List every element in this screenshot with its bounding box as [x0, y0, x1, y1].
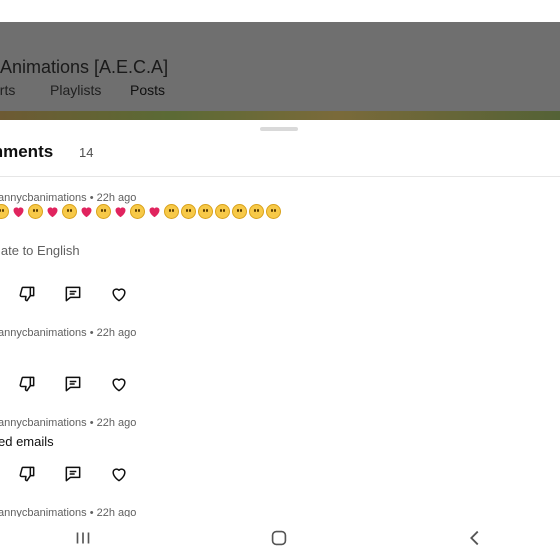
face-emoji: [181, 204, 196, 219]
translate-link[interactable]: late to English: [0, 243, 80, 258]
face-emoji: [266, 204, 281, 219]
channel-area: Animations [A.E.C.A] orts Playlists Post…: [0, 0, 560, 120]
system-navigation-bar: [0, 517, 560, 560]
face-emoji: [62, 204, 77, 219]
heart-emoji: [147, 204, 162, 219]
comment-emoji-text: [0, 204, 281, 219]
face-emoji: [28, 204, 43, 219]
dislike-icon[interactable]: [17, 284, 37, 304]
comment-meta[interactable]: annycbanimations • 22h ago: [0, 417, 136, 429]
face-emoji: [130, 204, 145, 219]
heart-emoji: [79, 204, 94, 219]
back-icon[interactable]: [464, 527, 486, 549]
reply-icon[interactable]: [63, 464, 83, 484]
reply-icon[interactable]: [63, 284, 83, 304]
heart-icon[interactable]: [109, 374, 129, 394]
face-emoji: [215, 204, 230, 219]
comments-count: 14: [79, 145, 94, 160]
dislike-icon[interactable]: [17, 464, 37, 484]
comments-sheet: mments 14 annycbanimations • 22h ago lat…: [0, 120, 560, 560]
face-emoji: [0, 204, 9, 219]
heart-emoji: [11, 204, 26, 219]
face-emoji: [232, 204, 247, 219]
home-icon[interactable]: [268, 527, 290, 549]
comment-text: ed emails: [0, 434, 54, 449]
face-emoji: [249, 204, 264, 219]
face-emoji: [96, 204, 111, 219]
channel-title: Animations [A.E.C.A]: [0, 57, 169, 77]
tab-posts[interactable]: Posts: [130, 82, 165, 98]
heart-emoji: [45, 204, 60, 219]
tab-shorts[interactable]: orts: [0, 82, 15, 98]
heart-emoji: [113, 204, 128, 219]
face-emoji: [164, 204, 179, 219]
tab-playlists[interactable]: Playlists: [50, 82, 101, 98]
reply-icon[interactable]: [63, 374, 83, 394]
heart-icon[interactable]: [109, 284, 129, 304]
channel-header: Animations [A.E.C.A]: [0, 22, 560, 120]
comment-meta[interactable]: annycbanimations • 22h ago: [0, 327, 136, 339]
face-emoji: [198, 204, 213, 219]
recent-apps-icon[interactable]: [72, 527, 94, 549]
comment-meta[interactable]: annycbanimations • 22h ago: [0, 192, 136, 204]
comments-title: mments: [0, 142, 54, 161]
divider: [0, 176, 560, 177]
heart-icon[interactable]: [109, 464, 129, 484]
dislike-icon[interactable]: [17, 374, 37, 394]
channel-banner: [0, 111, 560, 120]
sheet-drag-handle[interactable]: [260, 127, 298, 131]
